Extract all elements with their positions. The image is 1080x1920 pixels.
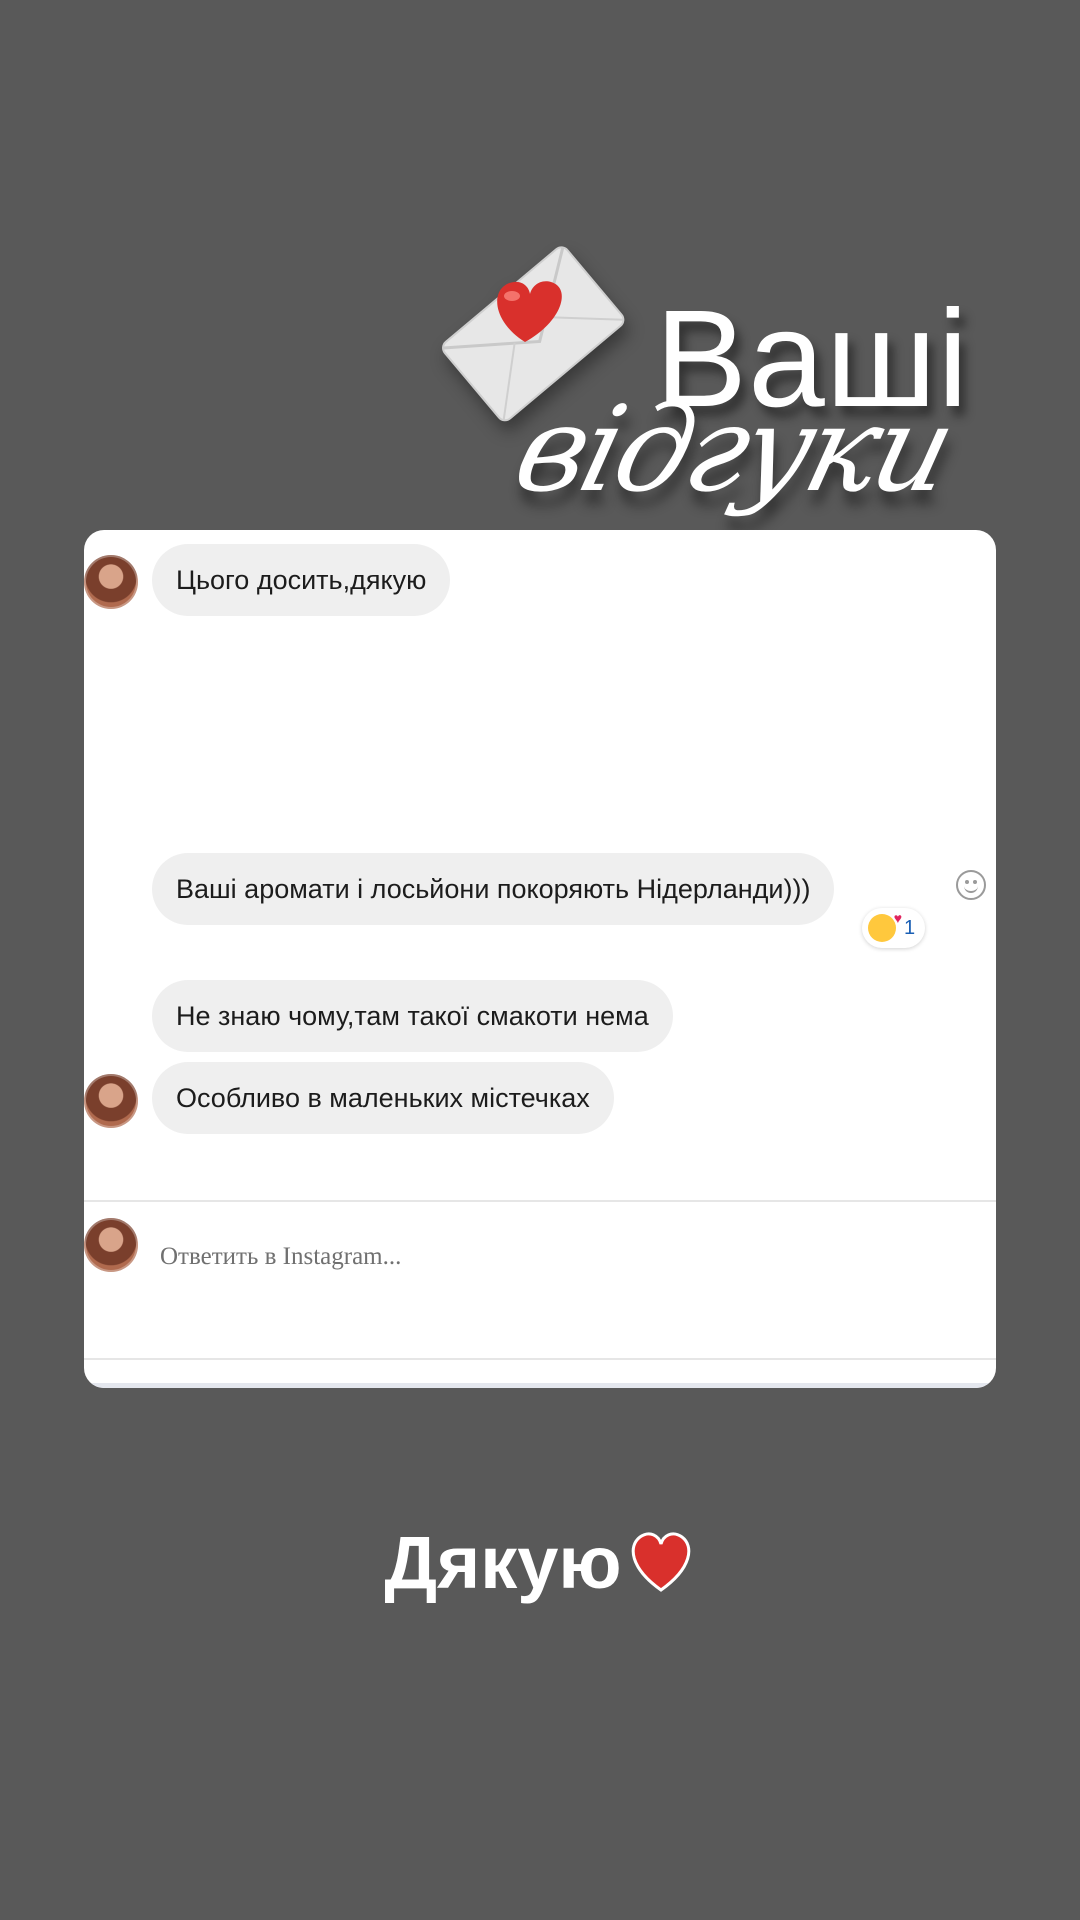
chat-card: Цього досить,дякую Ваші аромати і лосьйо… [84, 530, 996, 1388]
message-bubble: Не знаю чому,там такої смакоти нема [152, 980, 673, 1052]
kiss-emoji-icon [868, 910, 902, 942]
divider [84, 1200, 996, 1202]
avatar [84, 555, 138, 609]
message-bubble: Ваші аромати і лосьйони покоряють Нідерл… [152, 853, 835, 925]
message-bubble: Особливо в маленьких містечках [152, 1062, 614, 1134]
avatar [84, 1218, 138, 1272]
reviews-sticker: Ваші відгуки [430, 230, 1010, 560]
reaction-count: 1 [904, 916, 916, 939]
message-bubble: Цього досить,дякую [152, 544, 451, 616]
sticker-subtitle: відгуки [502, 380, 965, 518]
reply-input[interactable] [158, 1226, 922, 1288]
react-smile-icon[interactable] [956, 870, 986, 900]
red-heart-icon [626, 1526, 696, 1611]
card-bottom-strip [84, 1383, 996, 1388]
divider [84, 1358, 996, 1360]
caption: Дякую [0, 1520, 1080, 1611]
caption-text: Дякую [384, 1521, 622, 1604]
avatar [84, 1074, 138, 1128]
reaction-badge[interactable]: 1 [862, 908, 926, 948]
